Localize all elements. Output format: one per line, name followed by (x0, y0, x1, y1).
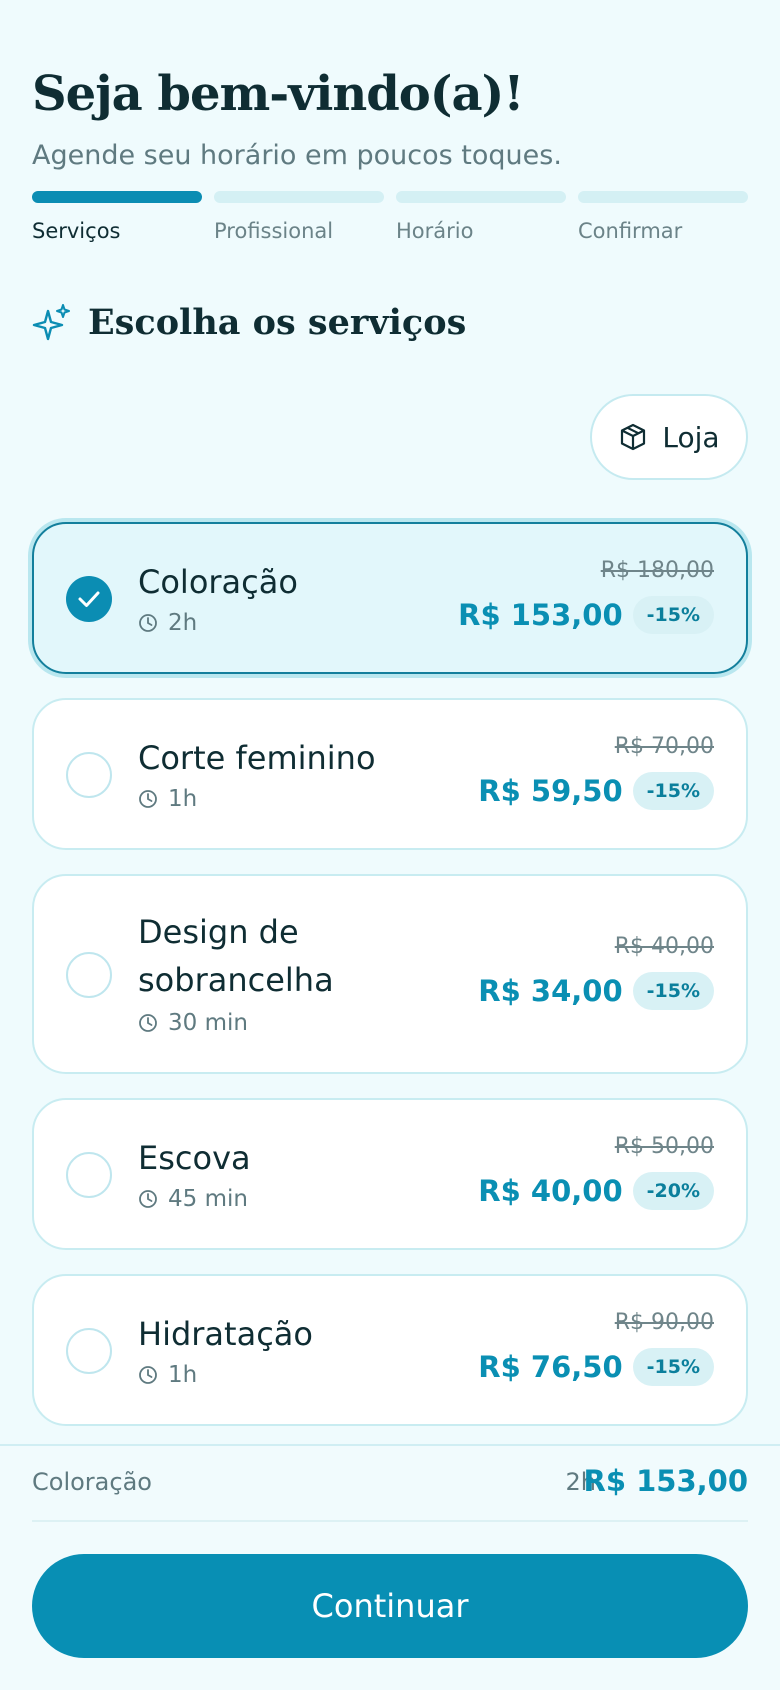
service-price: R$ 34,00 (478, 974, 623, 1008)
service-duration-text: 45 min (168, 1186, 248, 1212)
service-price-row: R$ 40,00 -20% (478, 1172, 714, 1210)
service-duration: 30 min (138, 1010, 248, 1036)
service-price: R$ 76,50 (478, 1350, 623, 1384)
summary-service-name: Coloração (32, 1468, 152, 1496)
step-progress-bar (578, 191, 748, 203)
service-name: Design de sobrancelha (138, 913, 334, 999)
clock-icon (139, 614, 157, 632)
stepper: Serviços Profissional Horário Confirmar (32, 191, 748, 251)
step-confirm[interactable]: Confirmar (578, 191, 748, 243)
service-duration: 45 min (138, 1186, 248, 1212)
step-professional[interactable]: Profissional (214, 191, 384, 243)
discount-badge: -15% (632, 1348, 714, 1386)
section-header: Escolha os serviços (32, 302, 466, 343)
service-card-hidratacao[interactable]: Hidratação 1h R$ 90,00 R$ 76,50 -15% (32, 1274, 748, 1426)
service-card-coloracao[interactable]: Coloração 2h R$ 180,00 R$ 153,00 -15% (32, 522, 748, 674)
step-label: Confirmar (578, 219, 683, 243)
service-old-price: R$ 90,00 (614, 1310, 714, 1335)
service-card-corte-feminino[interactable]: Corte feminino 1h R$ 70,00 R$ 59,50 -15% (32, 698, 748, 850)
booking-footer: Coloração 2h R$ 153,00 Continuar (0, 1444, 780, 1690)
service-checkbox[interactable] (66, 952, 112, 998)
shop-button-label: Loja (662, 420, 720, 454)
service-price: R$ 40,00 (478, 1174, 623, 1208)
service-checkbox[interactable] (66, 1328, 112, 1374)
page-title: Seja bem-vindo(a)! (32, 66, 524, 122)
clock-icon (139, 1366, 157, 1384)
step-services[interactable]: Serviços (32, 191, 202, 243)
service-checkbox[interactable] (66, 1152, 112, 1198)
step-progress-bar (396, 191, 566, 203)
service-name: Corte feminino (138, 739, 376, 777)
step-label: Profissional (214, 219, 334, 243)
discount-badge: -15% (632, 596, 714, 634)
check-icon (78, 591, 100, 607)
step-time[interactable]: Horário (396, 191, 566, 243)
step-progress-bar (32, 191, 202, 203)
service-price-row: R$ 59,50 -15% (478, 772, 714, 810)
discount-badge: -15% (632, 772, 714, 810)
service-name: Escova (138, 1139, 251, 1177)
shop-button[interactable]: Loja (590, 394, 748, 480)
continue-button[interactable]: Continuar (32, 1554, 748, 1658)
service-old-price: R$ 50,00 (614, 1134, 714, 1159)
sparkles-icon (32, 303, 70, 340)
service-duration-text: 1h (168, 786, 198, 812)
service-name: Coloração (138, 563, 298, 601)
page-subtitle: Agende seu horário em poucos toques. (32, 140, 562, 171)
service-price: R$ 59,50 (478, 774, 623, 808)
service-duration-text: 30 min (168, 1010, 248, 1036)
section-title: Escolha os serviços (88, 302, 467, 343)
clock-icon (139, 1014, 157, 1032)
service-checkbox[interactable] (66, 576, 112, 622)
discount-badge: -20% (632, 1172, 714, 1210)
service-card-design-sobrancelha[interactable]: Design de sobrancelha 30 min R$ 40,00 R$… (32, 874, 748, 1074)
service-name: Hidratação (138, 1315, 313, 1353)
summary-total: R$ 153,00 (583, 1464, 748, 1498)
service-duration: 2h (138, 610, 197, 636)
package-icon (621, 423, 646, 451)
step-progress-bar (214, 191, 384, 203)
service-duration-text: 2h (168, 610, 198, 636)
service-price: R$ 153,00 (458, 598, 623, 632)
service-card-escova[interactable]: Escova 45 min R$ 50,00 R$ 40,00 -20% (32, 1098, 748, 1250)
clock-icon (139, 790, 157, 808)
service-price-row: R$ 153,00 -15% (458, 596, 714, 634)
discount-badge: -15% (632, 972, 714, 1010)
service-old-price: R$ 180,00 (600, 558, 714, 583)
service-price-row: R$ 34,00 -15% (478, 972, 714, 1010)
step-label: Horário (396, 219, 474, 243)
service-checkbox[interactable] (66, 752, 112, 798)
service-duration: 1h (138, 1362, 197, 1388)
service-old-price: R$ 40,00 (614, 934, 714, 959)
service-old-price: R$ 70,00 (614, 734, 714, 759)
step-label: Serviços (32, 219, 121, 243)
service-price-row: R$ 76,50 -15% (478, 1348, 714, 1386)
clock-icon (139, 1190, 157, 1208)
selection-summary: Coloração 2h R$ 153,00 (32, 1446, 748, 1522)
service-duration-text: 1h (168, 1362, 198, 1388)
service-duration: 1h (138, 786, 197, 812)
